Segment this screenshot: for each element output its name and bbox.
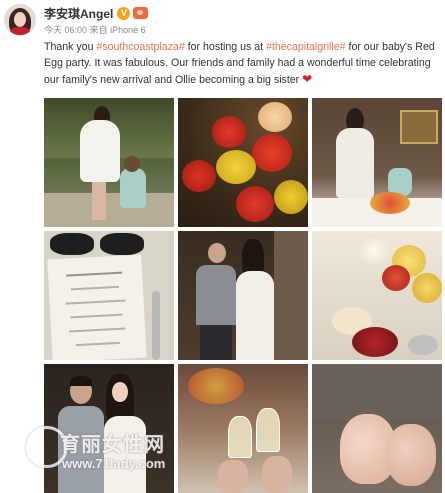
yellow-flowers: [216, 150, 256, 184]
post-text: Thank you #southcoastplaza# for hosting …: [44, 39, 442, 88]
user-avatar[interactable]: [4, 4, 36, 36]
blanket: [312, 364, 442, 420]
verified-icon[interactable]: V: [117, 6, 131, 20]
photo-thumbnail-4[interactable]: [44, 231, 174, 360]
avatar-face: [14, 12, 26, 27]
yellow-flowers: [274, 180, 308, 214]
champagne-glass: [228, 416, 252, 458]
rose: [182, 160, 216, 192]
name-row: 李安琪Angel V: [44, 5, 149, 22]
avatar-body: [10, 27, 30, 35]
photo-thumbnail-6[interactable]: [312, 231, 442, 360]
photo-thumbnail-7[interactable]: [44, 364, 174, 493]
username-link[interactable]: 李安琪Angel: [44, 5, 113, 22]
man-head: [208, 243, 226, 263]
champagne-glass: [256, 408, 280, 452]
wall-painting: [400, 110, 438, 144]
flowers-bg: [188, 368, 244, 404]
man-hair: [70, 376, 92, 386]
menu-card: [47, 254, 147, 360]
rose: [252, 134, 292, 172]
sunglasses: [50, 233, 94, 255]
woman-legs: [92, 182, 106, 220]
heart-emoji-icon: ❤: [302, 72, 313, 86]
post-time[interactable]: 今天 06:00: [44, 25, 87, 35]
hand: [262, 456, 292, 493]
table-flowers: [370, 192, 410, 214]
girl-dress: [120, 168, 146, 208]
post-source[interactable]: iPhone 6: [110, 25, 146, 35]
photo-thumbnail-8[interactable]: [178, 364, 308, 493]
yellow-rose: [412, 273, 442, 303]
woman-white-dress: [104, 416, 146, 493]
man-pants: [200, 325, 232, 360]
man-shirt: [58, 406, 104, 493]
rose: [212, 116, 246, 148]
post-text-segment: for hosting us at: [184, 41, 267, 53]
woman-white-dress: [236, 271, 274, 360]
woman-white-dress: [336, 128, 374, 198]
baby-foot: [386, 424, 436, 486]
girl-hair: [124, 156, 140, 172]
member-badge-icon[interactable]: [133, 7, 149, 19]
hashtag-southcoastplaza[interactable]: #southcoastplaza#: [96, 41, 184, 53]
photo-grid: [44, 98, 442, 493]
white-rose: [358, 235, 390, 265]
photo-thumbnail-3[interactable]: [312, 98, 442, 227]
hand: [218, 460, 248, 493]
rose: [382, 265, 410, 291]
woman-face: [112, 382, 128, 402]
window-light: [274, 231, 308, 360]
sunglasses: [100, 233, 144, 255]
fork: [152, 291, 160, 360]
man-shirt: [196, 265, 236, 325]
photo-thumbnail-2[interactable]: [178, 98, 308, 227]
photo-thumbnail-9[interactable]: [312, 364, 442, 493]
post-meta: 今天 06:00 来自 iPhone 6: [44, 23, 146, 36]
hashtag-thecapitalgrille[interactable]: #thecapitalgrille#: [266, 41, 346, 53]
walkway: [44, 193, 174, 227]
spoon: [408, 335, 438, 355]
post-text-segment: Thank you: [44, 41, 97, 53]
woman-white-dress: [80, 120, 120, 182]
rose: [236, 186, 274, 222]
berry-tart: [352, 327, 398, 357]
source-prefix: 来自: [89, 25, 108, 35]
photo-thumbnail-1[interactable]: [44, 98, 174, 227]
peach-rose: [258, 102, 292, 132]
photo-thumbnail-5[interactable]: [178, 231, 308, 360]
